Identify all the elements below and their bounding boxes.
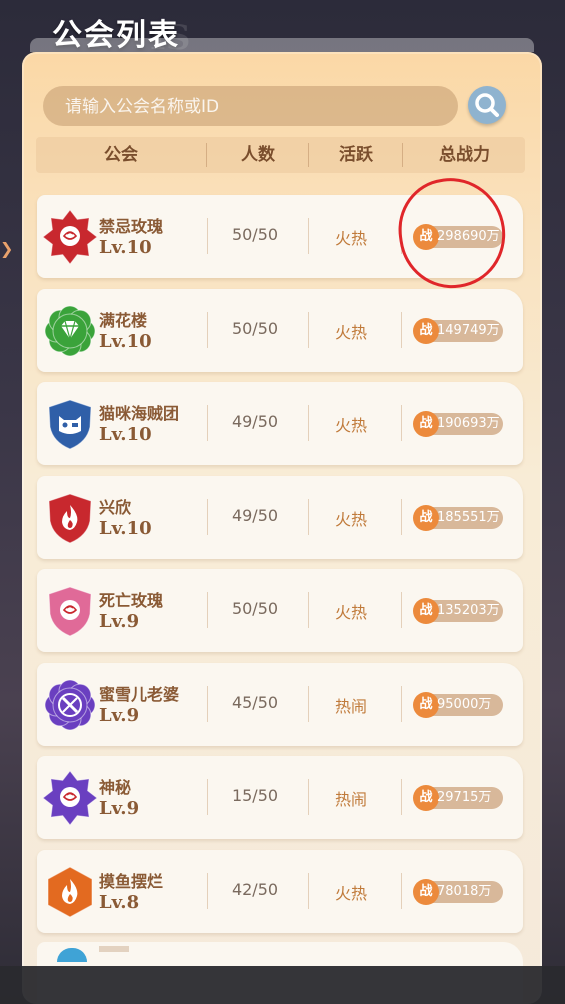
guild-members: 45/50: [231, 692, 279, 712]
guild-activity: 热闹: [334, 790, 367, 809]
list-item[interactable]: 摸鱼摆烂 Lv.8 42/50 火热 战 78018万: [37, 849, 523, 933]
battle-power-icon: 战: [413, 411, 439, 437]
guild-level: Lv.9: [99, 611, 140, 632]
guild-activity: 火热: [334, 416, 367, 435]
guild-power-badge: 战 190693万: [413, 411, 503, 437]
guild-name: 兴欣: [99, 497, 132, 517]
guild-name: 满花楼: [99, 310, 148, 330]
guild-level: Lv.8: [99, 891, 140, 913]
guild-name: 禁忌玫瑰: [99, 217, 164, 236]
guild-emblem-icon: [48, 399, 92, 450]
list-item[interactable]: 禁忌玫瑰 Lv.10 50/50 火热 战 298690万: [37, 195, 523, 278]
guild-power-badge: 战 95000万: [413, 691, 503, 718]
list-item[interactable]: 猫咪海贼团 Lv.10 49/50 火热 战 190693万: [37, 382, 523, 465]
guild-emblem-icon: [43, 771, 97, 825]
guild-name: 摸鱼摆烂: [99, 871, 164, 891]
guild-power-value: 29715万: [437, 790, 492, 805]
guild-emblem-icon: [47, 865, 93, 918]
guild-level: Lv.10: [99, 330, 152, 352]
guild-power-value: 95000万: [437, 696, 492, 712]
guild-activity: 火热: [334, 883, 367, 903]
guild-power-value: 78018万: [437, 883, 492, 899]
guild-members: 50/50: [231, 599, 279, 618]
column-header-activity: 活跃: [339, 145, 373, 165]
guild-power-value: 135203万: [437, 603, 500, 618]
column-header-power: 总战力: [439, 145, 490, 165]
guild-level: Lv.9: [99, 704, 140, 726]
guild-power-value: 149749万: [437, 322, 500, 338]
guild-members: 15/50: [231, 786, 279, 805]
battle-power-icon: 战: [413, 224, 439, 250]
guild-activity: 火热: [334, 322, 367, 342]
guild-name: 神秘: [99, 778, 132, 797]
guild-power-badge: 战 185551万: [413, 504, 503, 531]
guild-members: 49/50: [231, 505, 279, 525]
guild-emblem-icon: [44, 679, 96, 730]
column-header-members: 人数: [241, 145, 275, 165]
guild-level: Lv.10: [99, 424, 152, 445]
battle-power-icon: 战: [413, 878, 439, 905]
guild-activity: 火热: [334, 229, 367, 248]
search-icon: [475, 93, 499, 117]
guild-activity: 热闹: [334, 696, 367, 716]
guild-list-panel: 公会 人数 活跃 总战力 禁忌玫瑰Lv.1050/50火热战298690万满花楼…: [22, 52, 542, 1004]
guild-members: 42/50: [231, 879, 279, 899]
battle-power-icon: 战: [413, 317, 439, 344]
battle-power-icon: 战: [413, 785, 439, 811]
list-item[interactable]: 死亡玫瑰 Lv.9 50/50 火热 战 135203万: [37, 569, 523, 652]
search-input[interactable]: [63, 86, 447, 128]
guild-emblem-icon: [48, 492, 92, 544]
guild-name: 猫咪海贼团: [99, 404, 180, 423]
guild-name: 死亡玫瑰: [99, 591, 164, 610]
guild-emblem-icon: [43, 210, 97, 264]
search-box[interactable]: [43, 86, 458, 128]
list-item[interactable]: 满花楼 Lv.10 50/50 火热 战 149749万: [37, 288, 523, 372]
list-item[interactable]: 蜜雪儿老婆 Lv.9 45/50 热闹 战 95000万: [37, 662, 523, 746]
guild-emblem-icon: [44, 305, 96, 356]
guild-level: Lv.9: [99, 798, 140, 819]
guild-emblem-icon: [57, 948, 87, 962]
battle-power-icon: 战: [413, 598, 439, 624]
guild-name: 蜜雪儿老婆: [99, 684, 180, 704]
guild-members: 50/50: [231, 225, 279, 244]
guild-activity: 火热: [334, 603, 367, 622]
search-button[interactable]: [468, 86, 506, 124]
guild-activity: 火热: [334, 509, 367, 529]
guild-power-badge: 战 149749万: [413, 317, 503, 344]
guild-level: Lv.10: [99, 237, 152, 258]
guild-power-value: 298690万: [437, 229, 500, 244]
guild-members: 49/50: [231, 412, 279, 431]
guild-power-badge: 战 29715万: [413, 785, 503, 811]
guild-power-badge: 战 298690万: [413, 224, 503, 250]
column-header-guild: 公会: [104, 145, 138, 165]
guild-power-value: 190693万: [437, 416, 500, 431]
guild-emblem-icon: [48, 586, 92, 637]
list-item[interactable]: 神秘 Lv.9 15/50 热闹 战 29715万: [37, 756, 523, 839]
guild-members: 50/50: [231, 318, 279, 338]
battle-power-icon: 战: [413, 691, 439, 718]
guild-power-badge: 战 135203万: [413, 598, 503, 624]
battle-power-icon: 战: [413, 504, 439, 531]
guild-level: Lv.10: [99, 517, 152, 539]
table-header: 公会 人数 活跃 总战力: [36, 137, 525, 173]
guild-power-value: 185551万: [437, 509, 500, 525]
panel-top-strip: [30, 38, 534, 52]
bottom-bar: [0, 966, 565, 1004]
list-item[interactable]: 兴欣 Lv.10 49/50 火热 战 185551万: [37, 475, 523, 559]
left-arrow-icon[interactable]: ❯: [0, 238, 13, 260]
guild-power-badge: 战 78018万: [413, 878, 503, 905]
